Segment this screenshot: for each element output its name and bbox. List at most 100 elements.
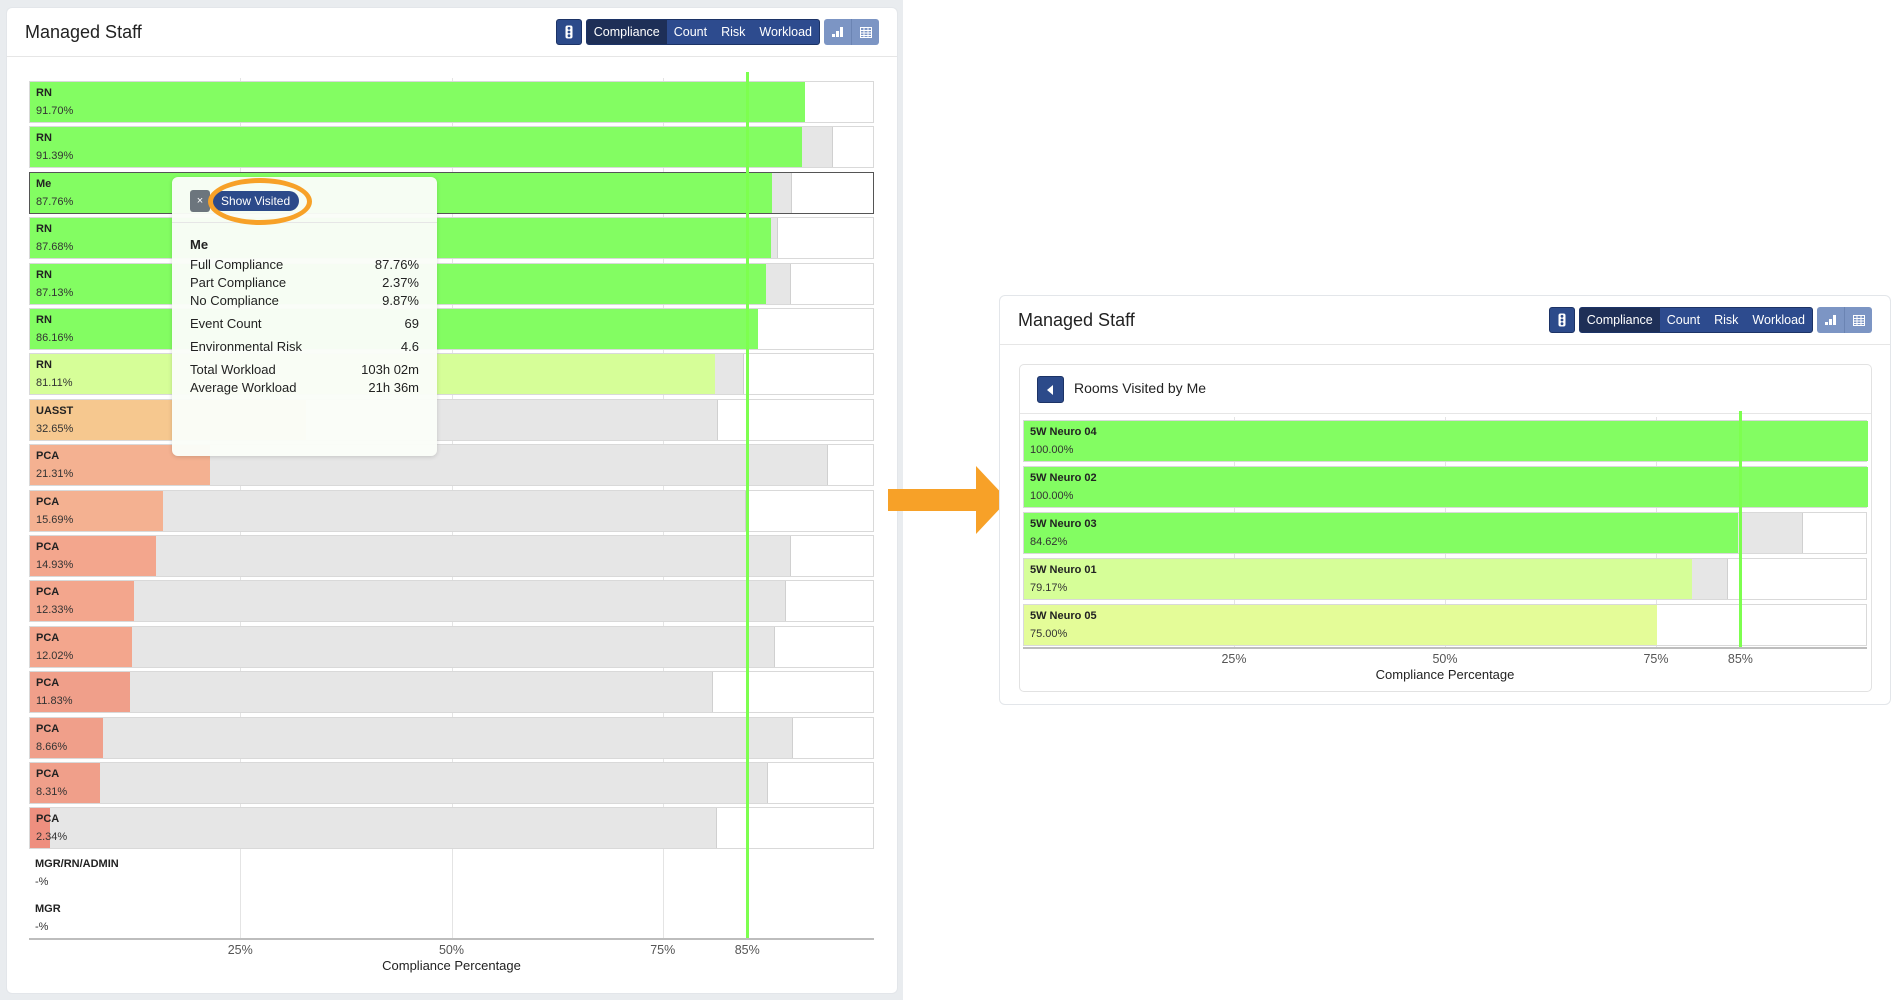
row-value: 91.39% xyxy=(36,150,74,163)
toolbar: Compliance Count Risk Workload xyxy=(555,19,879,45)
part-compliance-bar xyxy=(156,536,791,576)
full-compliance-bar xyxy=(1024,513,1739,553)
row-value: -% xyxy=(35,875,49,888)
row-value: 8.66% xyxy=(36,740,68,753)
full-compliance-bar xyxy=(1024,605,1657,645)
full-compliance-bar xyxy=(1024,559,1693,599)
row-value: 32.65% xyxy=(36,422,74,435)
part-compliance-bar xyxy=(129,672,713,713)
close-tooltip-button[interactable]: × xyxy=(190,190,210,212)
target-line xyxy=(1738,411,1742,647)
show-visited-button[interactable]: Show Visited xyxy=(212,191,300,211)
tooltip-stat-row: Total Workload 103h 02m xyxy=(190,362,419,377)
bar-chart-icon xyxy=(832,27,843,37)
x-tick-label: 85% xyxy=(734,943,760,957)
table-view-button[interactable] xyxy=(851,19,879,45)
chart-view-button[interactable] xyxy=(1817,307,1844,333)
filter-button[interactable] xyxy=(555,19,582,45)
row-value: 75.00% xyxy=(1030,628,1068,640)
panel-header: Managed Staff Compliance Count Risk Work… xyxy=(7,8,897,57)
mode-workload[interactable]: Workload xyxy=(752,20,819,44)
x-axis-title: Compliance Percentage xyxy=(1375,667,1515,682)
row-label: PCA xyxy=(36,722,60,735)
stat-label: Environmental Risk xyxy=(190,339,302,354)
part-compliance-bar xyxy=(131,626,776,667)
x-tick-label: 75% xyxy=(1643,652,1669,666)
row-value: 100.00% xyxy=(1030,444,1074,456)
stat-value: 21h 36m xyxy=(368,380,419,395)
card-title: Rooms Visited by Me xyxy=(1074,380,1207,396)
row-value: 84.62% xyxy=(1030,536,1068,548)
row-value: 87.76% xyxy=(36,195,74,208)
tooltip-stat-row: Full Compliance 87.76% xyxy=(190,257,419,272)
view-toggle xyxy=(824,19,879,45)
part-compliance-bar xyxy=(162,490,746,531)
table-view-button[interactable] xyxy=(1844,307,1872,333)
x-tick-label: 25% xyxy=(227,943,253,957)
x-tick-label: 85% xyxy=(1727,652,1753,666)
row-value: 11.83% xyxy=(36,695,73,708)
full-compliance-bar xyxy=(30,82,805,122)
mode-toggle: Compliance Count Risk Workload xyxy=(1578,307,1813,333)
bar-chart-icon xyxy=(1825,315,1836,325)
traffic-light-icon xyxy=(1558,313,1566,327)
part-compliance-bar xyxy=(100,763,768,803)
x-axis-title: Compliance Percentage xyxy=(382,958,521,973)
x-tick-label: 75% xyxy=(650,943,676,957)
row-label: PCA xyxy=(36,586,60,599)
row-label: PCA xyxy=(36,768,60,780)
mode-risk[interactable]: Risk xyxy=(1707,308,1745,332)
stat-label: Full Compliance xyxy=(190,257,284,272)
tooltip-stat-row: Environmental Risk 4.6 xyxy=(190,339,419,354)
view-toggle xyxy=(1817,307,1872,333)
row-label: 5W Neuro 03 xyxy=(1030,518,1097,530)
row-label: PCA xyxy=(36,450,60,463)
chart-view-button[interactable] xyxy=(824,19,851,45)
row-label: 5W Neuro 04 xyxy=(1030,426,1097,438)
row-label: PCA xyxy=(36,813,60,826)
caret-left-icon xyxy=(1047,384,1053,395)
row-value: 8.31% xyxy=(36,786,68,798)
part-compliance-bar xyxy=(771,172,792,213)
row-label: 5W Neuro 05 xyxy=(1030,610,1097,622)
stat-value: 4.6 xyxy=(400,339,419,354)
row-label: PCA xyxy=(36,631,60,644)
stat-label: Event Count xyxy=(190,316,262,331)
row-label: 5W Neuro 01 xyxy=(1030,564,1097,576)
back-button[interactable] xyxy=(1037,376,1064,403)
stat-value: 87.76% xyxy=(374,257,419,272)
part-compliance-bar xyxy=(1692,559,1728,599)
row-label: RN xyxy=(36,132,52,145)
mode-count[interactable]: Count xyxy=(1660,308,1707,332)
row-label: 5W Neuro 02 xyxy=(1030,472,1097,484)
part-compliance-bar xyxy=(49,808,718,849)
part-compliance-bar xyxy=(802,127,833,168)
stat-label: No Compliance xyxy=(190,293,279,308)
row-value: 12.02% xyxy=(36,649,74,662)
staff-compliance-chart: RN 91.70% RN 91.39% Me 87.76% RN 87.68% RN 87.13%… xyxy=(29,72,874,973)
part-compliance-bar xyxy=(103,717,793,758)
table-icon xyxy=(859,26,872,38)
x-axis xyxy=(1023,647,1867,649)
row-label: RN xyxy=(36,359,52,372)
tooltip-stat-row: Average Workload 21h 36m xyxy=(190,380,419,395)
mode-compliance[interactable]: Compliance xyxy=(1579,308,1660,332)
mode-workload[interactable]: Workload xyxy=(1745,308,1812,332)
tooltip-stat-row: Part Compliance 2.37% xyxy=(190,275,419,290)
panel-title: Managed Staff xyxy=(25,22,142,42)
row-label: MGR xyxy=(35,903,61,916)
full-compliance-bar xyxy=(30,127,803,168)
filter-button[interactable] xyxy=(1548,307,1575,333)
stat-label: Total Workload xyxy=(190,362,276,377)
row-label: PCA xyxy=(36,495,60,508)
traffic-light-icon xyxy=(565,25,573,39)
mode-compliance[interactable]: Compliance xyxy=(586,20,667,44)
row-value: 2.34% xyxy=(36,831,68,844)
mode-risk[interactable]: Risk xyxy=(714,20,752,44)
mode-count[interactable]: Count xyxy=(667,20,714,44)
panel-title: Managed Staff xyxy=(1018,310,1135,330)
part-compliance-bar xyxy=(715,354,745,395)
stat-value: 2.37% xyxy=(382,275,419,290)
rooms-compliance-chart: 5W Neuro 04 100.00% 5W Neuro 02 100.00% 5W N… xyxy=(1023,411,1868,682)
row-value: 15.69% xyxy=(36,513,74,526)
